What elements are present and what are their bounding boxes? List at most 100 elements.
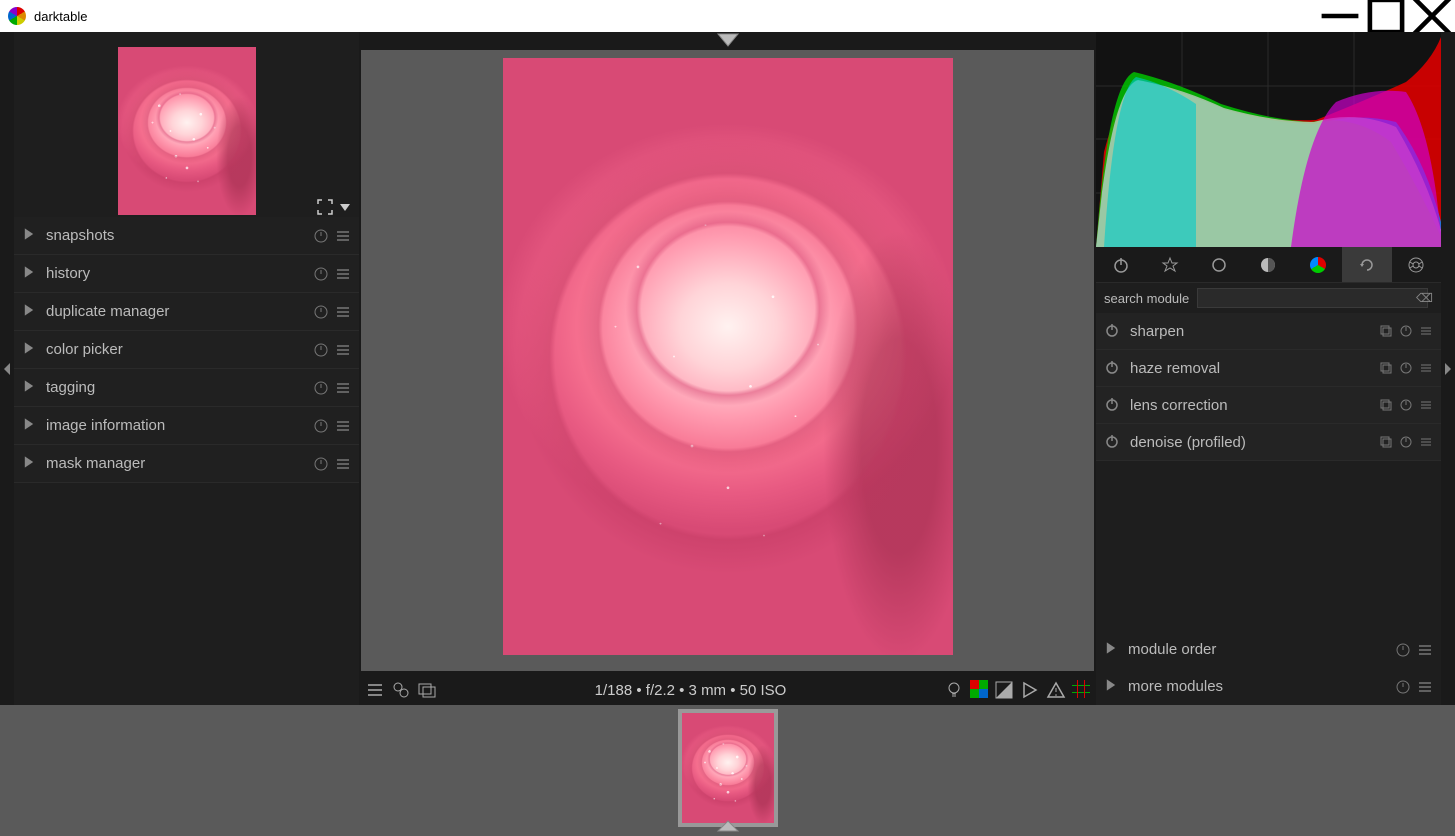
panel-color-picker[interactable]: color picker [14,331,359,369]
tab-favorites[interactable] [1145,247,1194,282]
module-group-tabs [1096,247,1441,283]
reset-icon[interactable] [1395,642,1411,658]
tab-correction[interactable] [1342,247,1391,282]
multi-instance-icon[interactable] [1379,398,1393,412]
collapse-triangle-icon[interactable] [337,199,353,215]
titlebar: darktable [0,0,1455,32]
module-name: haze removal [1130,360,1379,377]
panel-image-information[interactable]: image information [14,407,359,445]
module-name: lens correction [1130,397,1379,414]
preset-menu-icon[interactable] [1419,361,1433,375]
reset-icon[interactable] [1395,679,1411,695]
panel-label: duplicate manager [46,303,313,320]
power-icon[interactable] [1104,396,1120,415]
expand-triangle-icon [22,341,36,358]
left-panel: snapshots history duplicate manager colo… [14,32,359,705]
preset-menu-icon[interactable] [335,228,351,244]
panel-tagging[interactable]: tagging [14,369,359,407]
left-collapse-handle[interactable] [0,32,14,705]
preset-menu-icon[interactable] [335,304,351,320]
bulb-icon[interactable] [944,680,964,700]
app-body: snapshots history duplicate manager colo… [0,32,1455,705]
panel-label: tagging [46,379,313,396]
reset-icon[interactable] [313,228,329,244]
right-panel: search module ⌫ sharpen haze removal len… [1096,32,1441,705]
tab-basic[interactable] [1195,247,1244,282]
preset-menu-icon[interactable] [335,418,351,434]
multi-instance-icon[interactable] [1379,361,1393,375]
filmstrip-image [682,713,774,823]
panel-duplicate-manager[interactable]: duplicate manager [14,293,359,331]
module-name: denoise (profiled) [1130,434,1379,451]
panel-more-modules[interactable]: more modules [1096,668,1441,705]
right-collapse-handle[interactable] [1441,32,1455,705]
search-label: search module [1104,291,1189,306]
bottom-toolbar: 1/188 • f/2.2 • 3 mm • 50 ISO [359,675,1096,705]
power-icon[interactable] [1104,359,1120,378]
histogram[interactable] [1096,32,1441,247]
module-name: sharpen [1130,323,1379,340]
raw-overexposed-icon[interactable] [970,680,988,698]
panel-module-order[interactable]: module order [1096,631,1441,668]
multi-instance-icon[interactable] [1379,435,1393,449]
preset-menu-icon[interactable] [335,266,351,282]
module-sharpen[interactable]: sharpen [1096,313,1441,350]
quick-access-icon[interactable] [365,680,385,700]
reset-icon[interactable] [1399,361,1413,375]
reset-icon[interactable] [313,304,329,320]
power-icon[interactable] [1104,433,1120,452]
preset-menu-icon[interactable] [335,342,351,358]
module-lens-correction[interactable]: lens correction [1096,387,1441,424]
guides-icon[interactable] [1072,680,1090,698]
filmstrip[interactable] [0,705,1455,836]
preset-menu-icon[interactable] [335,456,351,472]
preset-menu-icon[interactable] [1417,679,1433,695]
reset-icon[interactable] [313,456,329,472]
panel-history[interactable]: history [14,255,359,293]
canvas-viewport[interactable] [361,50,1094,671]
bottom-collapse-handle[interactable] [714,819,742,836]
search-input[interactable] [1197,288,1428,308]
module-search-row: search module ⌫ [1096,283,1441,313]
top-collapse-handle[interactable] [714,32,742,51]
gamut-check-icon[interactable] [1046,680,1066,700]
module-haze-removal[interactable]: haze removal [1096,350,1441,387]
preset-menu-icon[interactable] [335,380,351,396]
second-window-icon[interactable] [417,680,437,700]
multi-instance-icon[interactable] [1379,324,1393,338]
reset-icon[interactable] [313,418,329,434]
panel-label: history [46,265,313,282]
expand-triangle-icon [1104,678,1118,695]
reset-icon[interactable] [1399,398,1413,412]
reset-icon[interactable] [313,380,329,396]
reset-icon[interactable] [313,342,329,358]
tab-active-modules[interactable] [1096,247,1145,282]
expand-triangle-icon [22,455,36,472]
center-area: 1/188 • f/2.2 • 3 mm • 50 ISO [359,32,1096,705]
module-denoise-profiled[interactable]: denoise (profiled) [1096,424,1441,461]
panel-snapshots[interactable]: snapshots [14,217,359,255]
filmstrip-thumb[interactable] [678,709,778,827]
panel-label: image information [46,417,313,434]
close-button[interactable] [1409,0,1455,32]
preset-menu-icon[interactable] [1419,435,1433,449]
tab-tone[interactable] [1244,247,1293,282]
reset-icon[interactable] [1399,324,1413,338]
preset-menu-icon[interactable] [1417,642,1433,658]
power-icon[interactable] [1104,322,1120,341]
styles-icon[interactable] [391,680,411,700]
preset-menu-icon[interactable] [1419,398,1433,412]
reset-icon[interactable] [1399,435,1413,449]
expand-triangle-icon [1104,641,1118,658]
overexposed-icon[interactable] [994,680,1014,700]
preset-menu-icon[interactable] [1419,324,1433,338]
tab-effects[interactable] [1392,247,1441,282]
tab-color[interactable] [1293,247,1342,282]
fullscreen-icon[interactable] [317,199,333,215]
reset-icon[interactable] [313,266,329,282]
navigation-preview[interactable] [14,32,359,217]
softproof-icon[interactable] [1020,680,1040,700]
minimize-button[interactable] [1317,0,1363,32]
panel-mask-manager[interactable]: mask manager [14,445,359,483]
maximize-button[interactable] [1363,0,1409,32]
